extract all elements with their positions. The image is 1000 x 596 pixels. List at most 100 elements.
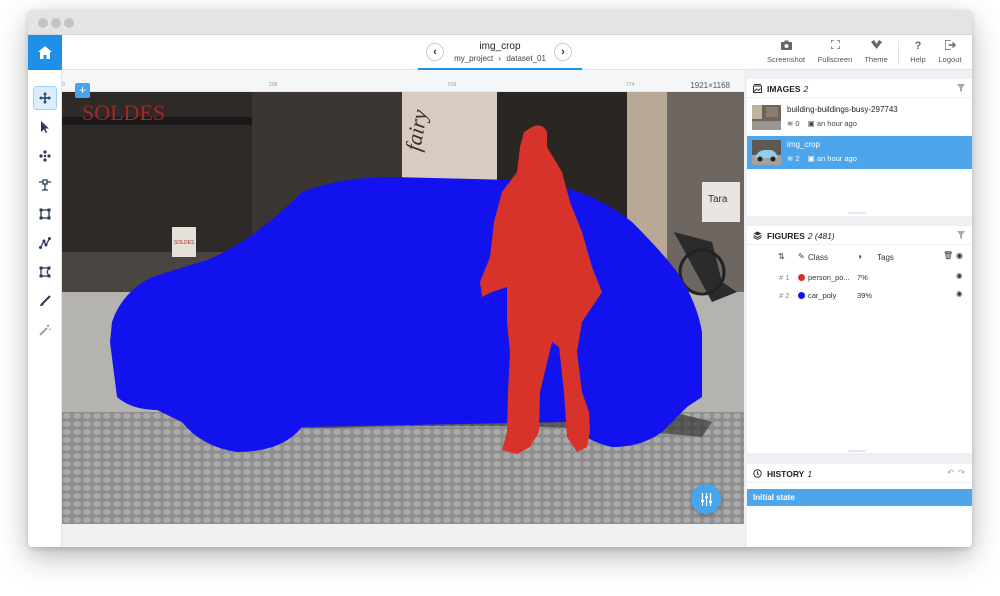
images-panel: IMAGES 2 building-buildings-busy-297743 ≋… <box>747 79 972 216</box>
calendar-icon: ▣ <box>807 119 815 128</box>
figures-panel: FIGURES 2 (481) ⇅ ✎ Class ◑ Tags 🗑 ◉ # 1 … <box>747 226 972 453</box>
layers-icon <box>753 231 762 242</box>
fullscreen-icon <box>815 39 855 53</box>
canvas-area[interactable]: 0 258 516 774 1921×1168 SOLDES fairy Tar… <box>62 70 744 547</box>
help-icon: ? <box>914 40 922 52</box>
home-icon <box>38 46 52 59</box>
polygon-tool[interactable] <box>33 260 57 284</box>
redo-icon[interactable]: ↷ <box>958 468 965 477</box>
polyline-icon <box>39 237 51 249</box>
brush-tool[interactable] <box>33 289 57 313</box>
figures-panel-header: FIGURES 2 (481) <box>747 226 972 245</box>
app-header: ‹ img_crop my_project › dataset_01 › Scr… <box>28 35 972 70</box>
brush-icon <box>40 295 51 306</box>
window-poster-text: SOLDES <box>174 240 195 246</box>
add-figure-button[interactable]: + <box>75 83 90 98</box>
theme-button[interactable]: Theme <box>860 40 892 64</box>
image-list-item[interactable]: building-buildings-busy-297743 ≋ 0 ▣ an … <box>747 101 972 134</box>
magic-wand-icon <box>39 324 51 336</box>
next-image-button[interactable]: › <box>554 43 572 61</box>
figure-id: # 2 <box>779 291 790 300</box>
ruler-tick-label: 258 <box>269 82 278 88</box>
image-thumbnail <box>752 140 781 165</box>
image-thumbnail <box>752 105 781 130</box>
window-zoom-dot[interactable] <box>64 18 74 28</box>
help-button[interactable]: ? Help <box>904 40 932 64</box>
window-close-dot[interactable] <box>38 18 48 28</box>
breadcrumb-project[interactable]: my_project <box>454 54 493 63</box>
fullscreen-button[interactable]: Fullscreen <box>815 39 855 64</box>
magic-wand-tool[interactable] <box>33 318 57 342</box>
logout-label: Logout <box>938 55 962 64</box>
image-list-item[interactable]: img_crop ≋ 2 ▣ an hour ago <box>747 136 972 169</box>
filter-icon[interactable] <box>957 84 965 94</box>
calendar-icon: ▣ <box>807 154 815 163</box>
select-tool[interactable] <box>33 115 57 139</box>
class-column-header[interactable]: Class <box>808 253 828 262</box>
ruler-tick-label: 516 <box>448 82 457 88</box>
images-icon <box>753 84 762 95</box>
figures-column-headers: ⇅ ✎ Class ◑ Tags 🗑 ◉ <box>747 251 972 265</box>
screenshot-button[interactable]: Screenshot <box>766 40 806 64</box>
fullscreen-label: Fullscreen <box>817 55 853 64</box>
sort-icon[interactable]: ⇅ <box>778 252 785 261</box>
cursor-icon <box>41 121 49 133</box>
rectangle-icon <box>39 208 51 220</box>
history-panel-header: HISTORY 1 ↶ ↷ <box>747 464 972 483</box>
figures-count: 2 <box>795 154 800 163</box>
panel-resize-handle[interactable] <box>848 212 866 214</box>
rectangle-tool[interactable] <box>33 202 57 226</box>
filter-icon[interactable] <box>957 231 965 241</box>
point-icon <box>39 179 51 191</box>
drag-points-icon <box>39 150 51 162</box>
images-panel-title: IMAGES <box>767 84 801 94</box>
image-scene: SOLDES fairy Tara SOLDES <box>62 92 744 524</box>
figure-class: person_po... <box>808 273 850 282</box>
screenshot-label: Screenshot <box>767 55 805 64</box>
window-minimize-dot[interactable] <box>51 18 61 28</box>
tools-toolbar <box>28 70 62 547</box>
point-tool[interactable] <box>33 173 57 197</box>
image-canvas[interactable]: SOLDES fairy Tara SOLDES <box>62 92 744 524</box>
history-icon <box>753 469 762 480</box>
tags-column-header[interactable]: Tags <box>877 253 894 262</box>
images-panel-header: IMAGES 2 <box>747 79 972 98</box>
home-button[interactable] <box>28 35 62 70</box>
panel-resize-handle[interactable] <box>848 450 866 452</box>
image-name: img_crop <box>787 140 820 149</box>
eye-icon[interactable]: ◉ <box>956 271 963 280</box>
settings-fab-button[interactable] <box>691 484 721 514</box>
image-time: an hour ago <box>816 119 857 128</box>
logout-button[interactable]: Logout <box>934 39 966 64</box>
history-item[interactable]: Initial state <box>747 489 972 506</box>
camera-icon <box>766 40 806 53</box>
history-count: 1 <box>807 469 813 479</box>
polyline-tool[interactable] <box>33 231 57 255</box>
figures-count: 2 (481) <box>807 231 835 241</box>
drag-points-tool[interactable] <box>33 144 57 168</box>
layers-icon: ≋ <box>787 119 794 128</box>
ruler-tick-label: 0 <box>62 82 65 88</box>
image-name: building-buildings-busy-297743 <box>787 105 898 114</box>
trash-icon[interactable]: 🗑 <box>943 251 953 260</box>
history-item-label: Initial state <box>753 493 795 502</box>
undo-icon[interactable]: ↶ <box>947 468 954 477</box>
figure-row[interactable]: # 1 person_po... 7% ◉ <box>747 270 972 286</box>
figure-color-dot <box>798 292 805 299</box>
header-separator <box>898 41 899 65</box>
pencil-icon: ✎ <box>798 252 805 261</box>
figure-row[interactable]: # 2 car_poly 39% ◉ <box>747 288 972 304</box>
area-icon[interactable]: ◑ <box>857 252 862 261</box>
history-panel: HISTORY 1 ↶ ↷ Initial state <box>747 464 972 547</box>
right-sidebar: IMAGES 2 building-buildings-busy-297743 ≋… <box>744 70 972 547</box>
breadcrumb-dataset[interactable]: dataset_01 <box>506 54 546 63</box>
ruler-tick-label: 774 <box>626 82 635 88</box>
move-icon <box>39 92 51 104</box>
figure-class: car_poly <box>808 291 837 300</box>
move-tool[interactable] <box>33 86 57 110</box>
polygon-icon <box>39 266 51 278</box>
image-meta: ≋ 0 ▣ an hour ago <box>787 119 857 128</box>
eye-icon[interactable]: ◉ <box>956 251 963 260</box>
eye-icon[interactable]: ◉ <box>956 289 963 298</box>
breadcrumb-separator: › <box>498 54 502 63</box>
